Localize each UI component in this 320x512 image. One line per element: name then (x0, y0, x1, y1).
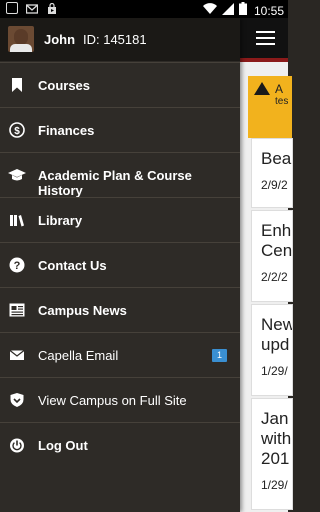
question-icon: ? (9, 257, 25, 273)
image-notification-icon (6, 2, 18, 14)
svg-text:?: ? (14, 260, 21, 272)
card-date: 1/29/ (261, 478, 288, 492)
accent-divider (240, 58, 288, 62)
card-title: with (261, 429, 292, 448)
news-card[interactable]: New upd 1/29/ (251, 304, 293, 396)
menu-item-label: Campus News (38, 303, 127, 318)
menu-item-label: Capella Email (38, 348, 119, 363)
profile-name: John (44, 32, 76, 47)
books-icon (9, 212, 25, 228)
menu-item-capella-email[interactable]: Capella Email 1 (0, 332, 240, 377)
power-icon (9, 437, 25, 453)
dollar-icon: $ (9, 122, 25, 138)
menu-item-contact-us[interactable]: ? Contact Us (0, 242, 240, 287)
menu-item-label: Finances (38, 123, 95, 138)
alert-subtext: tes (275, 96, 289, 107)
profile-id: ID: 145181 (83, 32, 147, 47)
alert-text: A (275, 82, 284, 96)
menu-item-label: Academic Plan & Course History (38, 168, 192, 198)
app-toolbar (240, 18, 288, 58)
hamburger-menu-icon[interactable] (256, 31, 275, 45)
graduation-cap-icon (8, 167, 26, 183)
card-title: 201 (261, 449, 290, 468)
newspaper-icon (9, 302, 25, 318)
news-card[interactable]: Bea 2/9/2 (251, 138, 293, 208)
menu-item-label: Courses (38, 78, 91, 93)
menu-item-library[interactable]: Library (0, 197, 240, 242)
card-title: Jan (261, 409, 289, 428)
svg-text:$: $ (14, 126, 20, 137)
news-card[interactable]: Enh Cen 2/2/2 (251, 210, 293, 302)
store-icon (46, 2, 58, 14)
card-title: Bea (261, 149, 292, 168)
navigation-drawer: John ID: 145181 Courses $ Finances Acade… (0, 18, 240, 512)
menu-item-label: Contact Us (38, 258, 107, 273)
menu-item-label: Library (38, 213, 83, 228)
card-title: Enh (261, 221, 292, 240)
envelope-icon (9, 347, 25, 363)
menu-item-courses[interactable]: Courses (0, 62, 240, 107)
card-date: 2/9/2 (261, 178, 288, 192)
unread-count-badge: 1 (212, 349, 227, 362)
status-bar: 10:55 (0, 0, 288, 18)
profile-header[interactable]: John ID: 145181 (0, 18, 240, 61)
menu-item-label: Log Out (38, 438, 88, 453)
menu-item-view-full-site[interactable]: View Campus on Full Site (0, 377, 240, 422)
card-date: 1/29/ (261, 364, 288, 378)
alert-banner[interactable]: A tes (248, 76, 292, 138)
avatar (8, 26, 34, 52)
menu-item-label: View Campus on Full Site (38, 393, 187, 408)
status-time: 10:55 (253, 4, 284, 18)
menu-item-campus-news[interactable]: Campus News (0, 287, 240, 332)
card-title: New (261, 315, 293, 334)
news-card[interactable]: Jan with 201 1/29/ (251, 398, 293, 510)
card-date: 2/2/2 (261, 270, 288, 284)
warning-icon (254, 82, 270, 95)
bookmark-icon (9, 77, 25, 93)
card-title: Cen (261, 241, 293, 260)
card-title: upd (261, 335, 290, 354)
shield-icon (9, 392, 25, 408)
main-content: A tes Bea 2/9/2 Enh Cen 2/2/2 New upd 1/… (240, 18, 293, 512)
menu-item-academic-plan[interactable]: Academic Plan & Course History (0, 152, 240, 198)
menu-item-log-out[interactable]: Log Out (0, 422, 240, 467)
gmail-icon (25, 2, 39, 14)
menu-item-finances[interactable]: $ Finances (0, 107, 240, 152)
